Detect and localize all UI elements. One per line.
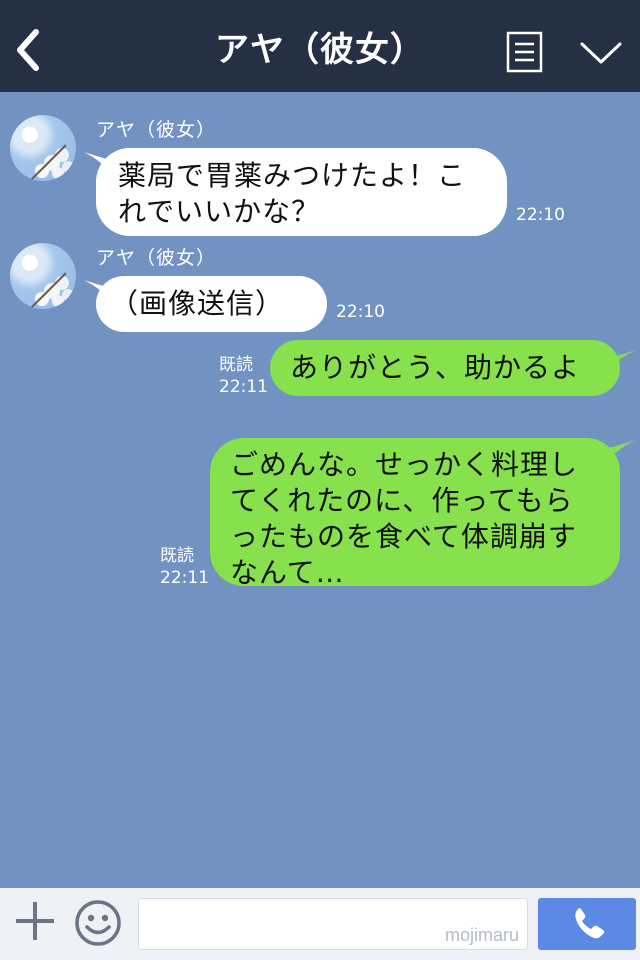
message-bubble[interactable]: 薬局で胃薬みつけたよ！こ れでいいかな？ [96, 148, 507, 236]
menu-icon [506, 31, 543, 73]
add-button[interactable] [12, 898, 58, 944]
message-line: てくれたのに、作ってもら [230, 484, 574, 517]
menu-button[interactable] [506, 31, 544, 73]
chat-title: アヤ（彼女） [215, 30, 425, 70]
message-bubble[interactable]: ごめんな。せっかく料理し てくれたのに、作ってもら ったものを食べて体調崩す な… [210, 438, 620, 589]
message-time: 22:10 [336, 302, 385, 322]
read-label: 既読 [219, 355, 253, 375]
message-line: ごめんな。せっかく料理し [230, 448, 579, 481]
chat-header: アヤ（彼女） [0, 0, 640, 92]
collapse-button[interactable] [578, 38, 624, 68]
sender-name: アヤ（彼女） [96, 119, 217, 141]
message-time: 22:11 [219, 377, 268, 397]
message-line: ったものを食べて体調崩す [230, 520, 577, 553]
message-line: ありがとう、助かるよ [290, 351, 581, 384]
message-bubble[interactable]: ありがとう、助かるよ [270, 340, 620, 396]
contact-avatar[interactable] [10, 243, 76, 309]
message-line: なんて… [230, 556, 345, 589]
message-bubble[interactable]: （画像送信） [96, 276, 327, 332]
emoji-button[interactable] [73, 898, 123, 948]
phone-icon [575, 908, 605, 939]
message-line: れでいいかな？ [118, 195, 321, 228]
chevron-down-icon [580, 42, 622, 64]
message-line: 薬局で胃薬みつけたよ！こ [118, 159, 467, 192]
read-receipt: 既読 22:11 [219, 354, 268, 398]
plus-icon [16, 902, 54, 940]
read-receipt: 既読 22:11 [160, 545, 209, 589]
message-time: 22:10 [516, 205, 565, 225]
read-label: 既読 [160, 546, 194, 566]
message-list[interactable]: アヤ（彼女） 薬局で胃薬みつけたよ！こ れでいいかな？ 22:10 アヤ（彼女）… [0, 92, 640, 888]
message-time: 22:11 [160, 568, 209, 588]
watermark: mojimaru [444, 925, 519, 945]
call-button[interactable] [538, 898, 636, 950]
contact-avatar[interactable] [10, 115, 76, 181]
sender-name: アヤ（彼女） [96, 247, 217, 269]
smiley-icon [75, 900, 121, 946]
message-input[interactable]: mojimaru [138, 898, 528, 950]
message-line: （画像送信） [110, 287, 285, 320]
